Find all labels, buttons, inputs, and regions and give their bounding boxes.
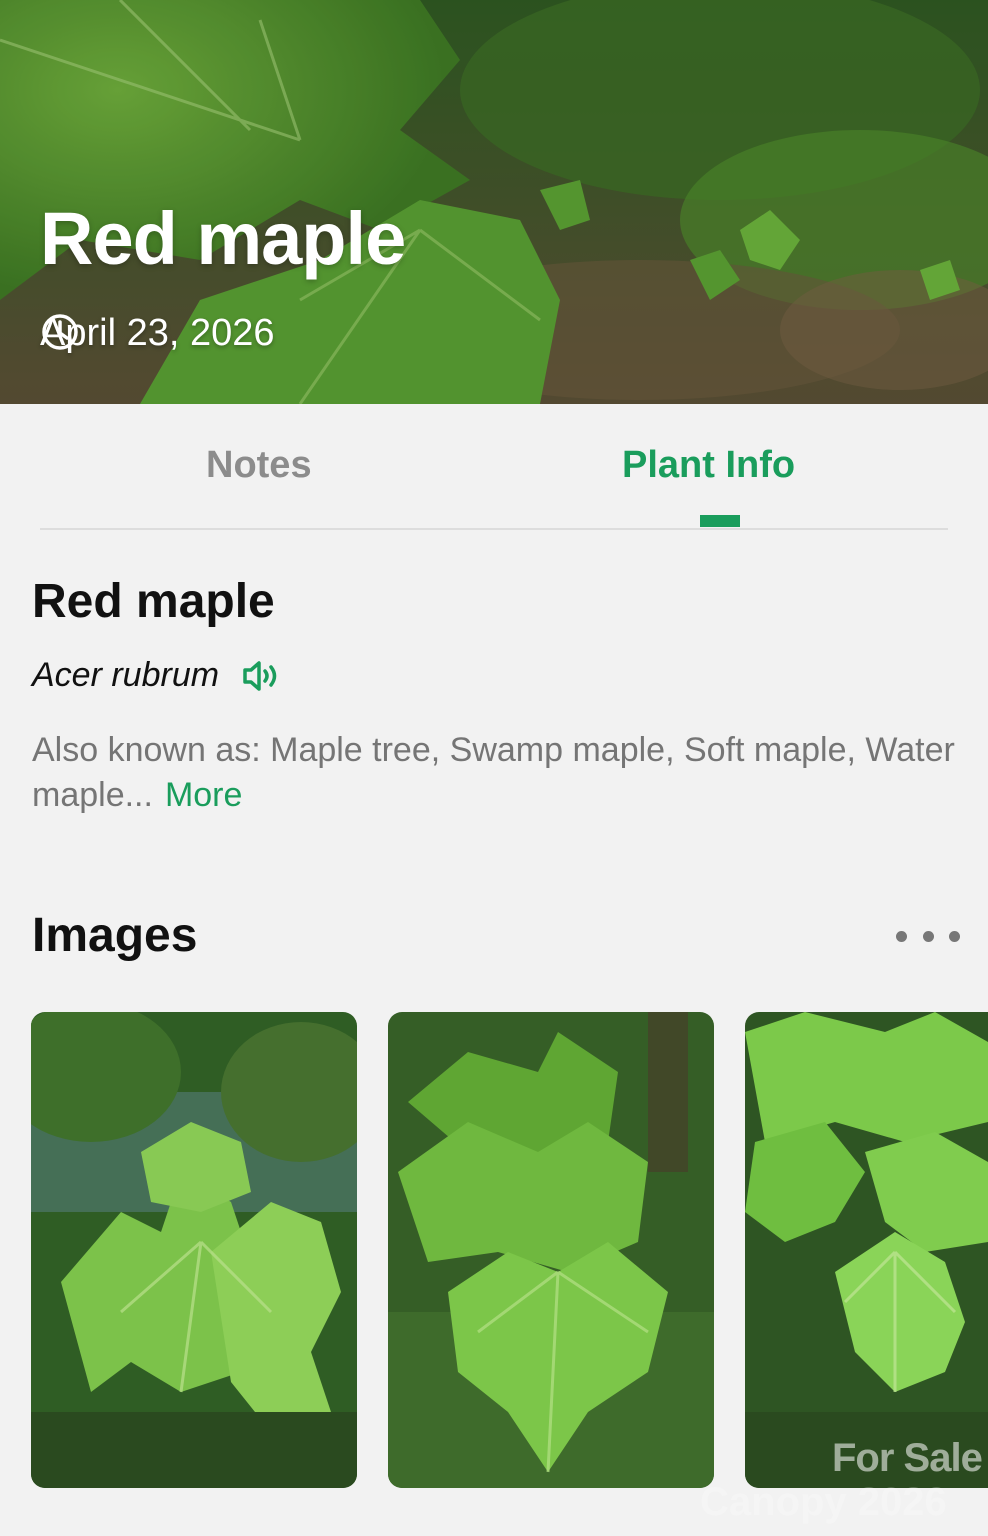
tab-plant-info[interactable]: Plant Info bbox=[622, 444, 795, 487]
also-known-as: Also known as: Maple tree, Swamp maple, … bbox=[32, 728, 962, 818]
active-tab-indicator bbox=[700, 515, 740, 527]
more-link[interactable]: More bbox=[165, 776, 242, 814]
image-thumbnail-3[interactable] bbox=[745, 1012, 988, 1488]
dot bbox=[949, 930, 960, 942]
hero-image: Red maple April 23, 2026 bbox=[0, 0, 988, 404]
maple-leaf-photo-3 bbox=[745, 1012, 988, 1488]
watermark-text: For Sale bbox=[832, 1436, 983, 1480]
dot bbox=[896, 930, 907, 942]
scientific-name-row: Acer rubrum bbox=[32, 656, 281, 695]
tab-bar: Notes Plant Info bbox=[40, 404, 948, 530]
maple-leaf-photo-2 bbox=[388, 1012, 714, 1488]
plant-common-name: Red maple bbox=[32, 575, 275, 628]
clock-icon bbox=[42, 314, 78, 350]
scientific-name: Acer rubrum bbox=[32, 656, 220, 694]
observation-date: April 23, 2026 bbox=[40, 312, 275, 355]
maple-leaf-photo-1 bbox=[31, 1012, 357, 1488]
speaker-icon[interactable] bbox=[241, 659, 281, 693]
dot bbox=[922, 930, 934, 942]
watermark-text-2: Canopy 2026 bbox=[700, 1480, 947, 1524]
image-thumbnail-2[interactable] bbox=[388, 1012, 714, 1488]
tab-notes[interactable]: Notes bbox=[206, 444, 312, 487]
more-horizontal-icon[interactable] bbox=[896, 922, 960, 950]
image-thumbnail-1[interactable] bbox=[31, 1012, 357, 1488]
images-section-title: Images bbox=[32, 909, 198, 962]
hero-title: Red maple bbox=[40, 197, 406, 280]
